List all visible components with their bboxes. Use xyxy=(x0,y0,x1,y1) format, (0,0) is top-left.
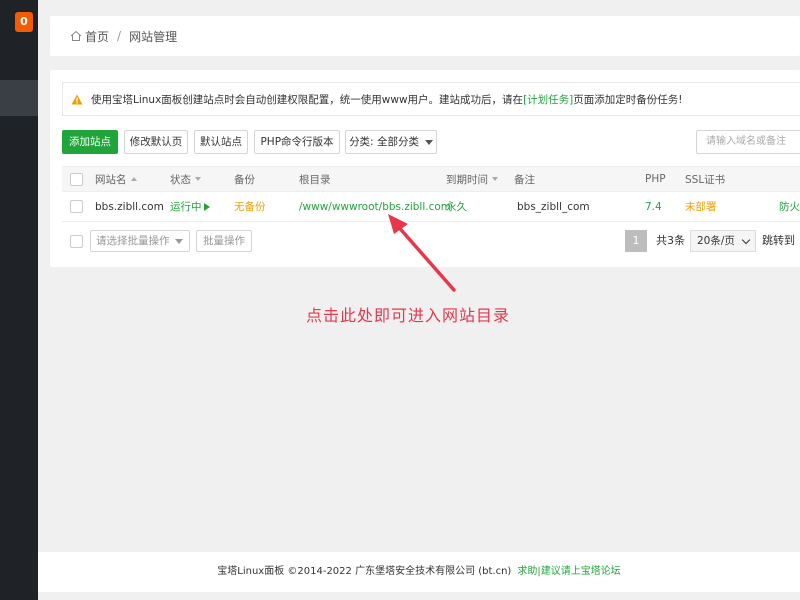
page-footer: 宝塔Linux面板 ©2014-2022 广东堡塔安全技术有限公司 (bt.cn… xyxy=(38,552,800,592)
sidebar-item-active[interactable] xyxy=(0,80,38,116)
status-label: 运行中 xyxy=(170,201,202,213)
home-icon xyxy=(70,30,82,41)
header-backup: 备份 xyxy=(234,173,255,186)
caret-down-icon xyxy=(424,139,433,145)
pager-jump-label: 跳转到 xyxy=(762,234,795,247)
header-root-dir: 根目录 xyxy=(299,173,331,186)
breadcrumb: 首页 / 网站管理 xyxy=(50,16,800,56)
php-version-link[interactable]: 7.4 xyxy=(645,192,662,221)
pager-total: 共3条 xyxy=(656,234,685,247)
toolbar: 添加站点 修改默认页 默认站点 PHP命令行版本 分类: 全部分类 请输入域名或… xyxy=(62,130,800,156)
backup-link[interactable]: 无备份 xyxy=(234,192,266,221)
edit-default-page-button[interactable]: 修改默认页 xyxy=(124,130,188,154)
play-icon xyxy=(203,202,210,211)
chevron-down-icon xyxy=(741,235,751,245)
sort-asc-icon xyxy=(130,177,137,181)
header-remark: 备注 xyxy=(514,173,535,186)
default-site-button[interactable]: 默认站点 xyxy=(194,130,248,154)
header-site-name-label: 网站名 xyxy=(95,173,127,186)
header-site-name[interactable]: 网站名 xyxy=(95,167,137,191)
caret-down-icon xyxy=(175,239,183,244)
select-all-checkbox[interactable] xyxy=(70,172,83,186)
forum-help-link[interactable]: 求助|建议请上宝塔论坛 xyxy=(517,566,620,577)
annotation-text: 点击此处即可进入网站目录 xyxy=(306,306,511,325)
notification-badge[interactable]: 0 xyxy=(15,12,33,32)
page-size-select[interactable]: 20条/页 xyxy=(690,230,756,252)
annotation-arrow-icon xyxy=(388,214,456,292)
firewall-link[interactable]: 防火 xyxy=(779,192,800,221)
page-size-label: 20条/页 xyxy=(697,235,735,247)
header-status[interactable]: 状态 xyxy=(170,167,201,191)
row-checkbox-cell xyxy=(70,192,83,221)
breadcrumb-separator: / xyxy=(117,29,122,43)
warning-icon xyxy=(71,94,83,104)
header-status-label: 状态 xyxy=(170,173,191,186)
cron-task-link[interactable]: [计划任务] xyxy=(523,92,573,107)
breadcrumb-current: 网站管理 xyxy=(129,29,178,44)
remark-field[interactable]: bbs_zibll_com xyxy=(517,192,590,221)
footer-select-all-checkbox[interactable] xyxy=(70,235,83,248)
notice-text-after: 页面添加定时备份任务! xyxy=(573,93,683,106)
search-input[interactable]: 请输入域名或备注 xyxy=(696,130,800,154)
notice-text: 使用宝塔Linux面板创建站点时会自动创建权限配置，统一使用www用户。建站成功… xyxy=(91,93,524,106)
header-ssl: SSL证书 xyxy=(685,173,726,186)
category-select-label: 分类: 全部分类 xyxy=(349,136,419,148)
table-header: 网站名 状态 备份 根目录 到期时间 备注 PHP SSL证书 xyxy=(62,166,800,192)
notice-bar: 使用宝塔Linux面板创建站点时会自动创建权限配置，统一使用www用户。建站成功… xyxy=(62,82,800,116)
add-site-button[interactable]: 添加站点 xyxy=(62,130,118,154)
ssl-link[interactable]: 未部署 xyxy=(685,192,717,221)
header-checkbox-cell xyxy=(70,167,83,191)
sort-desc-icon xyxy=(195,177,201,181)
page-number-current[interactable]: 1 xyxy=(625,230,647,252)
bulk-action-select[interactable]: 请选择批量操作 xyxy=(90,230,190,252)
breadcrumb-home[interactable]: 首页 xyxy=(85,28,109,45)
row-checkbox[interactable] xyxy=(70,200,83,213)
header-expire-label: 到期时间 xyxy=(446,173,488,186)
status-toggle[interactable]: 运行中 xyxy=(170,192,210,221)
bulk-action-button[interactable]: 批量操作 xyxy=(196,230,252,252)
copyright-text: 宝塔Linux面板 ©2014-2022 广东堡塔安全技术有限公司 (bt.cn… xyxy=(217,566,512,577)
site-name-link[interactable]: bbs.zibll.com xyxy=(95,192,164,221)
category-select[interactable]: 分类: 全部分类 xyxy=(345,130,437,154)
sort-desc-icon xyxy=(492,177,498,181)
header-expire[interactable]: 到期时间 xyxy=(446,167,498,191)
bulk-action-placeholder: 请选择批量操作 xyxy=(96,235,170,247)
sidebar: 0 xyxy=(0,0,38,600)
header-php: PHP xyxy=(645,173,666,185)
php-cli-version-button[interactable]: PHP命令行版本 xyxy=(254,130,340,154)
